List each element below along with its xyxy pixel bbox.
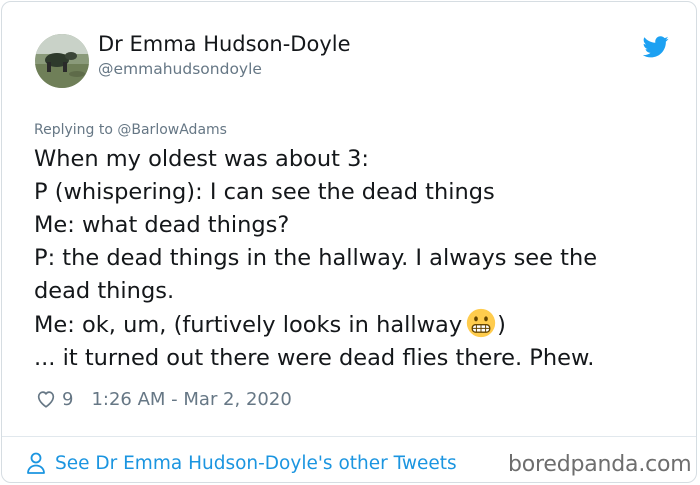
replying-to[interactable]: Replying to @BarlowAdams (34, 122, 227, 138)
person-icon (27, 452, 45, 474)
see-other-tweets-link[interactable]: See Dr Emma Hudson-Doyle's other Tweets (26, 450, 457, 476)
author-display-name[interactable]: Dr Emma Hudson-Doyle (98, 32, 351, 56)
heart-icon[interactable] (35, 388, 57, 410)
divider (2, 436, 696, 437)
author-handle[interactable]: @emmahudsondoyle (98, 60, 262, 78)
tweet-line-after-emoji: ) (497, 312, 506, 338)
see-other-tweets-label: See Dr Emma Hudson-Doyle's other Tweets (55, 452, 457, 474)
tweet-text: When my oldest was about 3: P (whisperin… (34, 143, 654, 375)
tweet-line: When my oldest was about 3: (34, 146, 370, 172)
avatar[interactable] (35, 34, 89, 88)
tweet-meta: 9 1:26 AM - Mar 2, 2020 (35, 387, 292, 411)
like-count[interactable]: 9 (62, 389, 73, 410)
tweet-line: P: the dead things in the hallway. I alw… (34, 245, 598, 271)
tweet-line: dead things. (34, 278, 175, 304)
timestamp[interactable]: 1:26 AM - Mar 2, 2020 (91, 389, 291, 410)
grimacing-face-icon (466, 308, 496, 338)
tweet-line: ... it turned out there were dead flies … (34, 345, 595, 371)
tweet-line: P (whispering): I can see the dead thing… (34, 179, 495, 205)
tweet-card: Dr Emma Hudson-Doyle @emmahudsondoyle Re… (1, 1, 697, 483)
tweet-line-with-emoji: Me: ok, um, (furtively looks in hallway … (34, 308, 654, 342)
tweet-line-before-emoji: Me: ok, um, (furtively looks in hallway (34, 312, 463, 338)
tweet-line: Me: what dead things? (34, 212, 290, 238)
watermark: boredpanda.com (508, 452, 692, 477)
twitter-bird-icon[interactable] (643, 36, 669, 58)
